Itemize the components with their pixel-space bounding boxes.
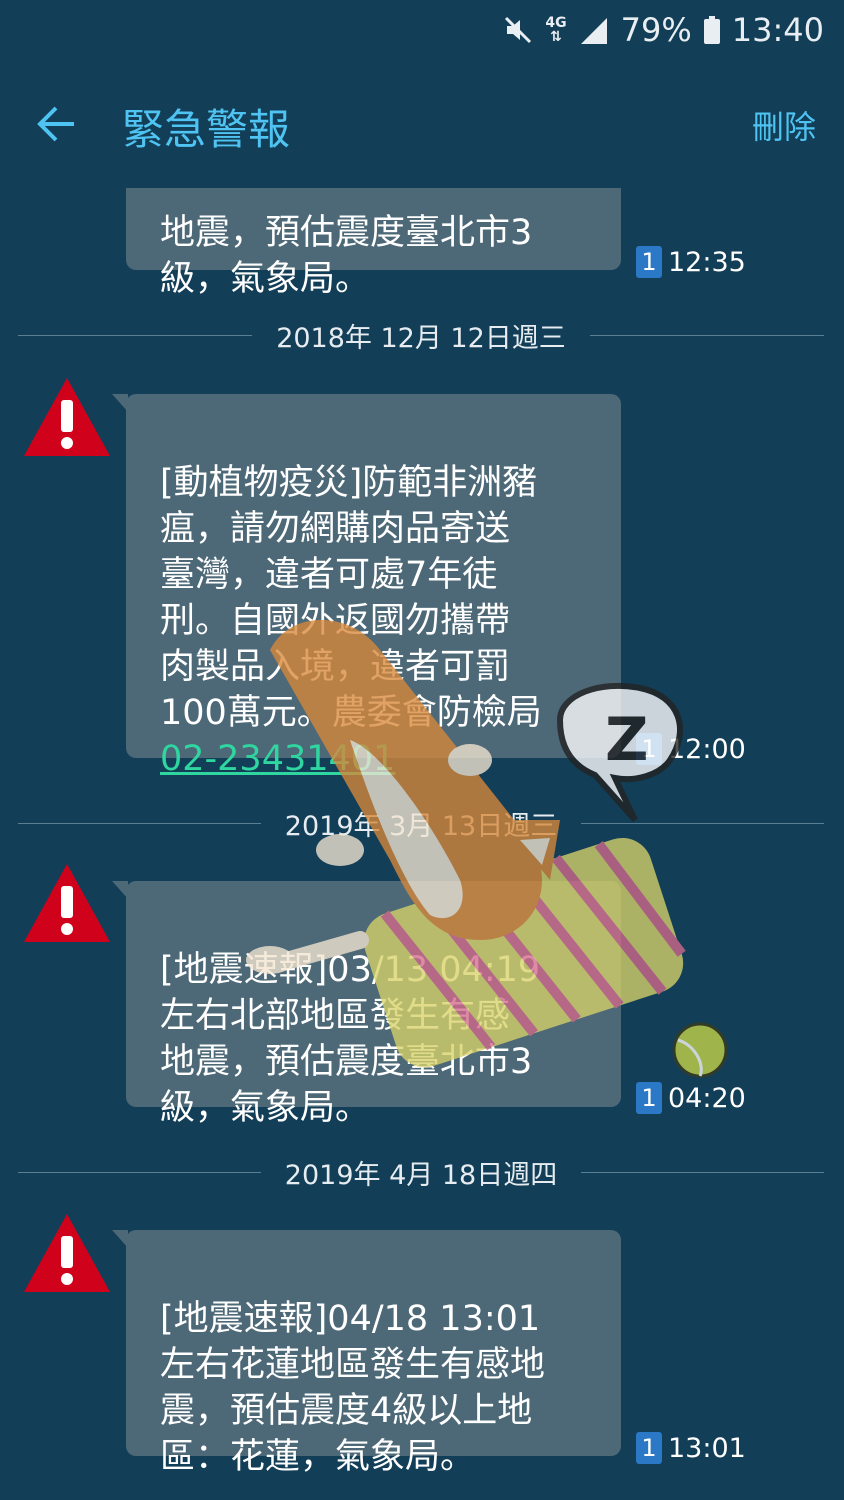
message-time: 04:20 bbox=[668, 1082, 746, 1114]
battery-icon bbox=[703, 16, 720, 44]
message-meta: 1 12:00 bbox=[636, 733, 746, 765]
message-meta: 1 12:35 bbox=[636, 246, 746, 278]
message-bubble[interactable]: [動植物疫災]防範非洲豬 瘟，請勿網購肉品寄送 臺灣，違者可處7年徒 刑。自國外… bbox=[112, 394, 621, 779]
warning-triangle-icon bbox=[24, 1214, 110, 1292]
sim-badge: 1 bbox=[636, 1082, 662, 1114]
date-divider: 2019年 4月 18日週四 bbox=[18, 1152, 825, 1192]
message-text: 地震，預估震度臺北市3 級，氣象局。 bbox=[160, 213, 533, 299]
date-label: 2019年 4月 18日週四 bbox=[284, 1159, 558, 1191]
app-bar: 緊急警報 刪除 bbox=[0, 68, 844, 178]
status-bar: 4G ⇅ 79% 13:40 bbox=[0, 0, 844, 60]
network-indicator: 4G ⇅ bbox=[545, 16, 566, 44]
sim-badge: 1 bbox=[636, 246, 662, 278]
signal-icon bbox=[580, 18, 607, 44]
battery-percent: 79% bbox=[620, 11, 692, 49]
message-bubble[interactable]: 地震，預估震度臺北市3 級，氣象局。 bbox=[126, 188, 621, 299]
date-divider: 2018年 12月 12日週三 bbox=[18, 315, 824, 355]
date-label: 2018年 12月 12日週三 bbox=[276, 322, 566, 354]
sim-badge: 1 bbox=[636, 1432, 662, 1464]
message-text: [地震速報]04/18 13:01 左右花蓮地區發生有感地 震，預估震度4級以上… bbox=[160, 1299, 546, 1477]
delete-button[interactable]: 刪除 bbox=[752, 102, 816, 148]
mute-icon bbox=[505, 16, 532, 44]
message-text: [地震速報]03/13 04:19 左右北部地區發生有感 地震，預估震度臺北市3… bbox=[160, 950, 541, 1128]
message-text: [動植物疫災]防範非洲豬 瘟，請勿網購肉品寄送 臺灣，違者可處7年徒 刑。自國外… bbox=[160, 463, 542, 733]
page-title: 緊急警報 bbox=[122, 105, 291, 154]
message-bubble[interactable]: [地震速報]03/13 04:19 左右北部地區發生有感 地震，預估震度臺北市3… bbox=[112, 881, 621, 1128]
message-list[interactable]: 地震，預估震度臺北市3 級，氣象局。 1 12:35 2018年 12月 12日… bbox=[0, 188, 844, 1500]
warning-triangle-icon bbox=[24, 378, 110, 456]
date-divider: 2019年 3月 13日週三 bbox=[18, 803, 825, 843]
back-arrow-icon[interactable] bbox=[34, 102, 78, 146]
data-arrows-icon: ⇅ bbox=[550, 29, 562, 45]
sim-badge: 1 bbox=[636, 733, 662, 765]
network-type: 4G bbox=[545, 15, 567, 31]
message-time: 12:35 bbox=[668, 246, 746, 278]
message-meta: 1 13:01 bbox=[636, 1432, 746, 1464]
message-time: 12:00 bbox=[668, 733, 746, 765]
date-label: 2019年 3月 13日週三 bbox=[284, 810, 558, 842]
message-bubble[interactable]: [地震速報]04/18 13:01 左右花蓮地區發生有感地 震，預估震度4級以上… bbox=[112, 1230, 621, 1477]
phone-link[interactable]: 02-23431401 bbox=[160, 739, 395, 779]
message-time: 13:01 bbox=[668, 1432, 746, 1464]
message-meta: 1 04:20 bbox=[636, 1082, 746, 1114]
warning-triangle-icon bbox=[24, 864, 110, 942]
clock: 13:40 bbox=[731, 11, 824, 49]
